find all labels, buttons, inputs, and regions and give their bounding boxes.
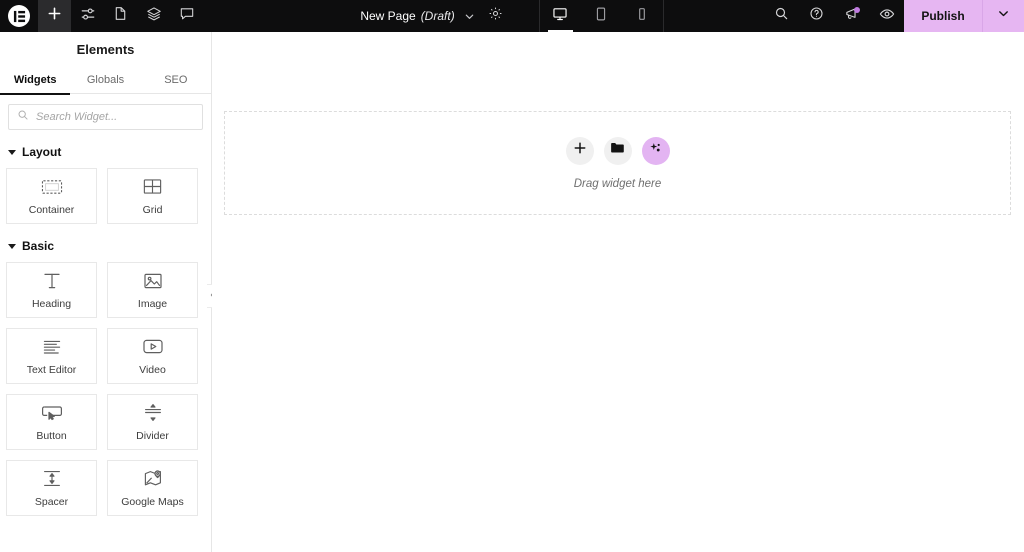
search-icon	[17, 108, 29, 126]
publish-group: Publish	[904, 0, 1024, 32]
ai-builder-button[interactable]	[641, 136, 670, 165]
widget-button[interactable]: Button	[6, 394, 97, 450]
widget-image[interactable]: Image	[107, 262, 198, 318]
top-toolbar: New Page (Draft) Publish	[0, 0, 1024, 32]
widget-heading-label: Heading	[31, 297, 72, 310]
caret-down-icon	[8, 149, 16, 155]
notifications-button[interactable]	[834, 0, 869, 32]
text-editor-icon	[42, 337, 62, 357]
layers-icon	[146, 6, 162, 27]
container-icon	[41, 177, 63, 197]
publish-button[interactable]: Publish	[904, 0, 982, 32]
toolbar-left-group	[0, 0, 203, 32]
elementor-logo-icon[interactable]	[8, 5, 30, 27]
help-button[interactable]	[799, 0, 834, 32]
widget-google-maps[interactable]: Google Maps	[107, 460, 198, 516]
grid-icon	[143, 177, 162, 197]
section-layout: Layout Container Grid	[0, 144, 211, 224]
widget-grid[interactable]: Grid	[107, 168, 198, 224]
tab-widgets[interactable]: Widgets	[0, 66, 71, 95]
search-widget-box[interactable]	[8, 104, 203, 130]
widget-text-editor-label: Text Editor	[26, 363, 77, 376]
plus-icon	[47, 6, 62, 26]
sliders-icon	[80, 6, 96, 27]
search-button[interactable]	[764, 0, 799, 32]
basic-widget-grid: Heading Image Text Editor Video Button D…	[0, 254, 211, 516]
chevron-down-icon	[997, 7, 1010, 25]
dropzone-label: Drag widget here	[573, 177, 662, 190]
comment-icon	[179, 6, 195, 27]
editor-canvas: Drag widget here	[212, 32, 1024, 552]
sparkle-icon	[648, 141, 663, 161]
page-title-elements: Elements	[76, 41, 135, 57]
responsive-mobile-button[interactable]	[622, 0, 663, 32]
widget-text-editor[interactable]: Text Editor	[6, 328, 97, 384]
toolbar-right-group: Publish	[764, 0, 1024, 32]
section-layout-header[interactable]: Layout	[0, 144, 211, 160]
spacer-icon	[42, 469, 62, 489]
desktop-icon	[552, 6, 568, 27]
search-widget-container	[0, 94, 211, 130]
widget-video[interactable]: Video	[107, 328, 198, 384]
image-icon	[143, 271, 163, 291]
site-settings-button[interactable]	[71, 0, 104, 32]
widget-video-label: Video	[139, 363, 166, 376]
responsive-desktop-button[interactable]	[540, 0, 581, 32]
gear-icon	[488, 6, 503, 26]
dropzone-buttons	[565, 136, 670, 165]
widget-button-label: Button	[36, 429, 67, 442]
folder-icon	[610, 141, 625, 160]
button-icon	[41, 403, 63, 423]
layout-widget-grid: Container Grid	[0, 160, 211, 224]
widget-container-label: Container	[28, 203, 75, 216]
notification-badge	[854, 7, 860, 13]
mobile-icon	[634, 6, 650, 27]
eye-icon	[879, 6, 895, 27]
section-basic-header[interactable]: Basic	[0, 238, 211, 254]
page-name-label: New Page	[360, 9, 416, 23]
page-settings-gear-button[interactable]	[481, 0, 511, 32]
plus-icon	[573, 141, 587, 160]
widget-grid-label: Grid	[142, 203, 163, 216]
widget-dropzone[interactable]: Drag widget here	[224, 111, 1011, 215]
document-icon	[113, 6, 128, 26]
preview-button[interactable]	[869, 0, 904, 32]
add-template-button[interactable]	[603, 136, 632, 165]
widget-spacer[interactable]: Spacer	[6, 460, 97, 516]
comments-button[interactable]	[170, 0, 203, 32]
widget-divider-label: Divider	[136, 429, 169, 442]
chevron-down-icon[interactable]	[464, 11, 475, 22]
video-icon	[142, 337, 164, 357]
section-basic: Basic Heading Image Text Editor Video Bu…	[0, 238, 211, 516]
widget-heading[interactable]: Heading	[6, 262, 97, 318]
page-settings-button[interactable]	[104, 0, 137, 32]
publish-options-button[interactable]	[982, 0, 1024, 32]
responsive-mode-group	[538, 0, 664, 32]
widget-container[interactable]: Container	[6, 168, 97, 224]
widget-spacer-label: Spacer	[34, 495, 69, 508]
responsive-tablet-button[interactable]	[581, 0, 622, 32]
heading-icon	[42, 271, 62, 291]
tablet-icon	[593, 6, 609, 27]
widget-divider[interactable]: Divider	[107, 394, 198, 450]
elements-panel: Elements Widgets Globals SEO Layout	[0, 32, 212, 552]
widget-google-maps-label: Google Maps	[121, 495, 184, 508]
search-icon	[774, 6, 789, 26]
widget-image-label: Image	[137, 297, 168, 310]
section-layout-title: Layout	[22, 145, 62, 159]
add-new-element-button[interactable]	[565, 136, 594, 165]
search-input[interactable]	[36, 111, 194, 123]
section-basic-title: Basic	[22, 239, 55, 253]
tab-seo[interactable]: SEO	[141, 66, 211, 94]
tab-globals[interactable]: Globals	[70, 66, 140, 94]
page-title[interactable]: New Page (Draft)	[360, 9, 474, 23]
divider-icon	[143, 403, 163, 423]
add-element-button[interactable]	[38, 0, 71, 32]
page-status-label: (Draft)	[420, 9, 455, 23]
structure-button[interactable]	[137, 0, 170, 32]
help-circle-icon	[809, 6, 824, 26]
google-maps-icon	[143, 469, 163, 489]
caret-down-icon	[8, 243, 16, 249]
panel-tabs: Widgets Globals SEO	[0, 66, 211, 95]
